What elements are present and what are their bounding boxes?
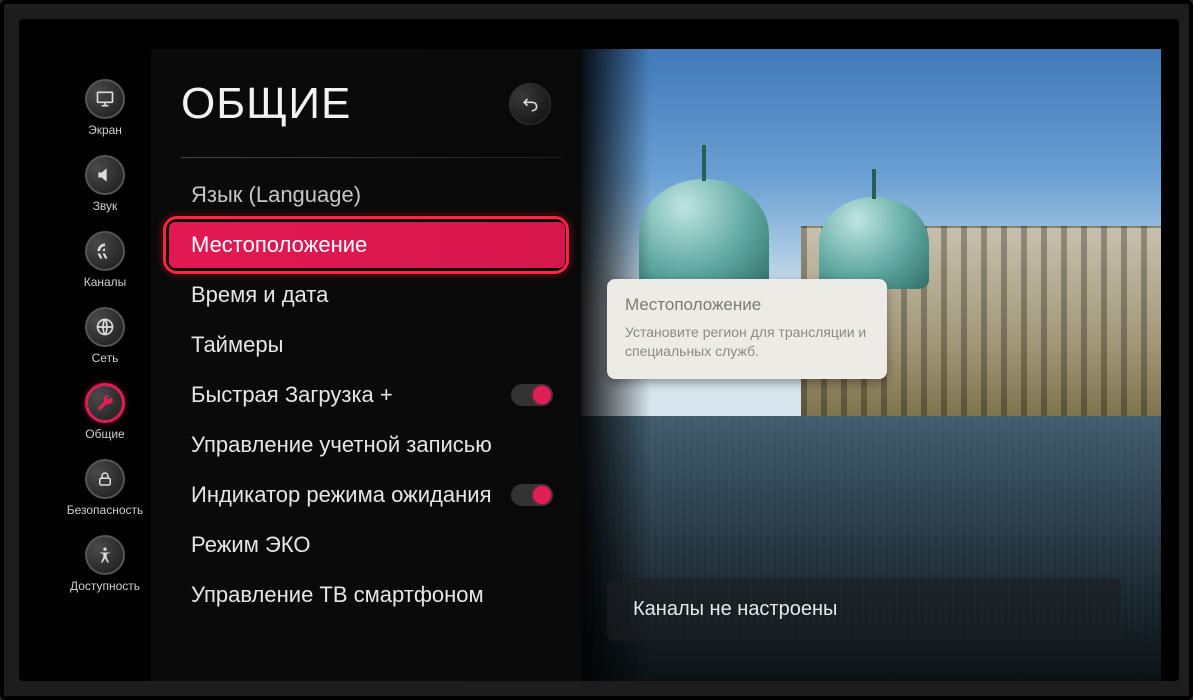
menu-item-label: Время и дата [191, 282, 328, 308]
tooltip-title: Местоположение [625, 295, 869, 315]
sidebar-item-screen[interactable]: Экран [64, 79, 146, 137]
menu-item-account[interactable]: Управление учетной записью [169, 422, 571, 468]
settings-panel: ОБЩИЕ Язык (Language) Местоположение Вре… [151, 49, 581, 681]
menu-item-label: Управление учетной записью [191, 432, 492, 458]
menu-item-standby-led[interactable]: Индикатор режима ожидания [169, 472, 571, 518]
sidebar-label: Каналы [84, 275, 127, 289]
menu-item-label: Индикатор режима ожидания [191, 482, 491, 508]
sidebar-label: Звук [93, 199, 118, 213]
settings-header: ОБЩИЕ [181, 79, 581, 129]
menu-item-datetime[interactable]: Время и дата [169, 272, 571, 318]
menu-item-label: Быстрая Загрузка + [191, 382, 393, 408]
menu-item-timers[interactable]: Таймеры [169, 322, 571, 368]
menu-item-label: Таймеры [191, 332, 283, 358]
content-area: Местоположение Установите регион для тра… [581, 49, 1161, 681]
settings-sidebar: Экран Звук Каналы Сеть [59, 49, 151, 681]
tooltip-body: Установите регион для трансляции и специ… [625, 323, 869, 361]
menu-item-label: Местоположение [191, 232, 367, 258]
monitor-icon [85, 79, 125, 119]
settings-title: ОБЩИЕ [181, 79, 351, 129]
menu-item-eco[interactable]: Режим ЭКО [169, 522, 571, 568]
menu-item-quickstart[interactable]: Быстрая Загрузка + [169, 372, 571, 418]
menu-item-location[interactable]: Местоположение [169, 222, 565, 268]
menu-item-tv-phone[interactable]: Управление ТВ смартфоном [169, 572, 571, 618]
menu-item-label: Режим ЭКО [191, 532, 310, 558]
toggle-standby-led[interactable] [511, 484, 553, 506]
menu-item-language[interactable]: Язык (Language) [169, 172, 571, 218]
screen: Экран Звук Каналы Сеть [59, 49, 1161, 681]
lock-icon [85, 459, 125, 499]
status-banner: Каналы не настроены [607, 578, 1121, 641]
sidebar-label: Безопасность [67, 503, 144, 517]
sidebar-label: Сеть [92, 351, 119, 365]
toggle-quickstart[interactable] [511, 384, 553, 406]
sidebar-item-network[interactable]: Сеть [64, 307, 146, 365]
satellite-icon [85, 231, 125, 271]
settings-menu-list: Язык (Language) Местоположение Время и д… [169, 172, 581, 618]
sidebar-item-security[interactable]: Безопасность [64, 459, 146, 517]
sidebar-item-channels[interactable]: Каналы [64, 231, 146, 289]
sidebar-item-sound[interactable]: Звук [64, 155, 146, 213]
sidebar-label: Экран [88, 123, 122, 137]
divider [181, 157, 561, 158]
accessibility-icon [85, 535, 125, 575]
tv-bezel: Экран Звук Каналы Сеть [19, 19, 1179, 681]
sidebar-label: Доступность [70, 579, 140, 593]
sidebar-label: Общие [85, 427, 124, 441]
globe-icon [85, 307, 125, 347]
status-banner-text: Каналы не настроены [633, 598, 1095, 621]
sidebar-item-general[interactable]: Общие [64, 383, 146, 441]
wrench-icon [85, 383, 125, 423]
tv-frame: Экран Звук Каналы Сеть [0, 0, 1193, 700]
menu-item-label: Управление ТВ смартфоном [191, 582, 484, 608]
tooltip-card: Местоположение Установите регион для тра… [607, 279, 887, 379]
speaker-icon [85, 155, 125, 195]
menu-item-label: Язык (Language) [191, 182, 361, 208]
back-button[interactable] [509, 83, 551, 125]
sidebar-item-accessibility[interactable]: Доступность [64, 535, 146, 593]
